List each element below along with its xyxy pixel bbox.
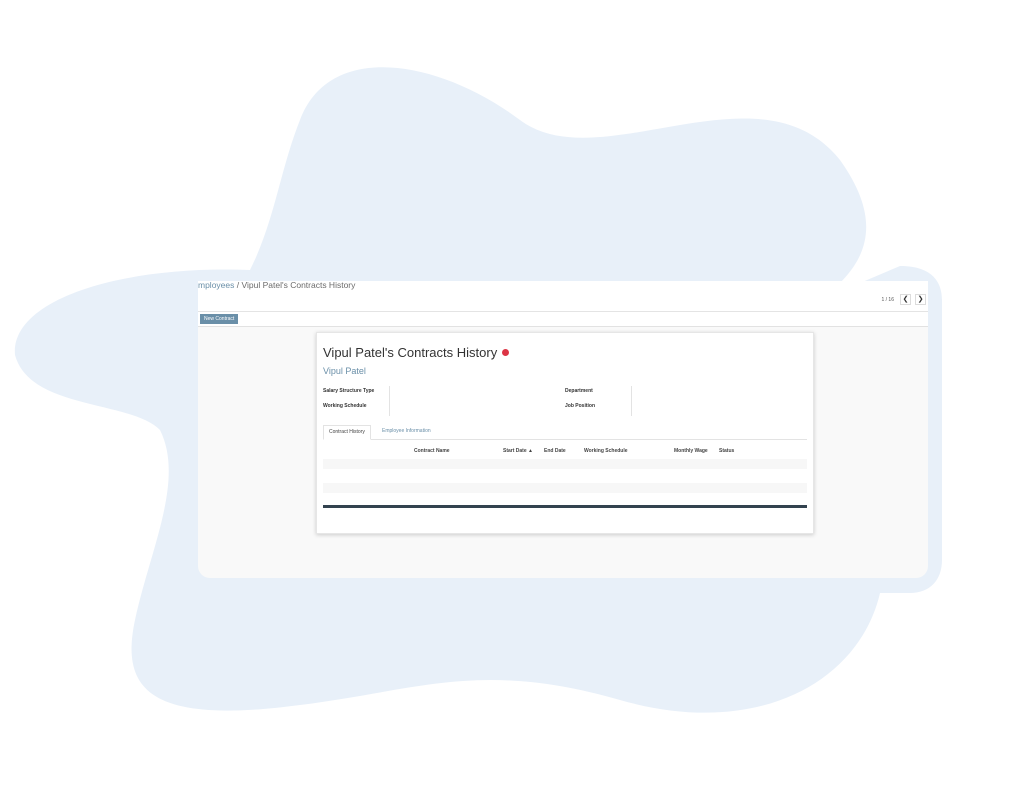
page-title-text: Vipul Patel's Contracts History — [323, 345, 498, 360]
employee-link[interactable]: Vipul Patel — [323, 366, 366, 376]
pager-prev-button[interactable]: ❮ — [900, 294, 911, 305]
pager: 1 / 16 ❮ ❯ — [881, 294, 926, 305]
working-schedule-label: Working Schedule — [323, 403, 367, 409]
job-position-label: Job Position — [565, 403, 595, 409]
table-row — [323, 483, 807, 493]
breadcrumb: mployees / Vipul Patel's Contracts Histo… — [198, 281, 355, 290]
tab-contract-history[interactable]: Contract History — [323, 425, 371, 440]
column-monthly-wage[interactable]: Monthly Wage — [674, 448, 708, 454]
column-status[interactable]: Status — [719, 448, 734, 454]
pager-value: 1 / 16 — [881, 296, 894, 303]
notebook-tabs: Contract History Employee Information — [323, 425, 807, 440]
status-dot-icon[interactable] — [502, 349, 510, 356]
column-end-date[interactable]: End Date — [544, 448, 566, 454]
app-window: mployees / Vipul Patel's Contracts Histo… — [198, 281, 928, 578]
new-contract-button[interactable]: New Contract — [200, 314, 239, 324]
field-divider-right — [631, 386, 632, 416]
department-label: Department — [565, 388, 593, 394]
page-title: Vipul Patel's Contracts History — [323, 345, 510, 360]
breadcrumb-employees[interactable]: mployees — [198, 281, 234, 290]
column-working-schedule[interactable]: Working Schedule — [584, 448, 628, 454]
column-contract-name[interactable]: Contract Name — [414, 448, 450, 454]
salary-structure-type-label: Salary Structure Type — [323, 388, 375, 394]
chevron-left-icon: ❮ — [902, 296, 909, 303]
column-start-date[interactable]: Start Date ▲ — [503, 448, 533, 454]
top-bar: mployees / Vipul Patel's Contracts Histo… — [198, 281, 928, 312]
chevron-right-icon: ❯ — [917, 296, 924, 303]
form-sheet: Vipul Patel's Contracts History Vipul Pa… — [316, 332, 814, 534]
control-panel: New Contract — [198, 312, 928, 327]
field-divider-left — [389, 386, 390, 416]
tab-employee-information[interactable]: Employee Information — [377, 425, 436, 438]
breadcrumb-current: Vipul Patel's Contracts History — [241, 281, 356, 290]
table-header: Contract Name Start Date ▲ End Date Work… — [323, 445, 807, 457]
pager-next-button[interactable]: ❯ — [915, 294, 926, 305]
table-footer-bar — [323, 505, 807, 508]
table-row — [323, 459, 807, 469]
